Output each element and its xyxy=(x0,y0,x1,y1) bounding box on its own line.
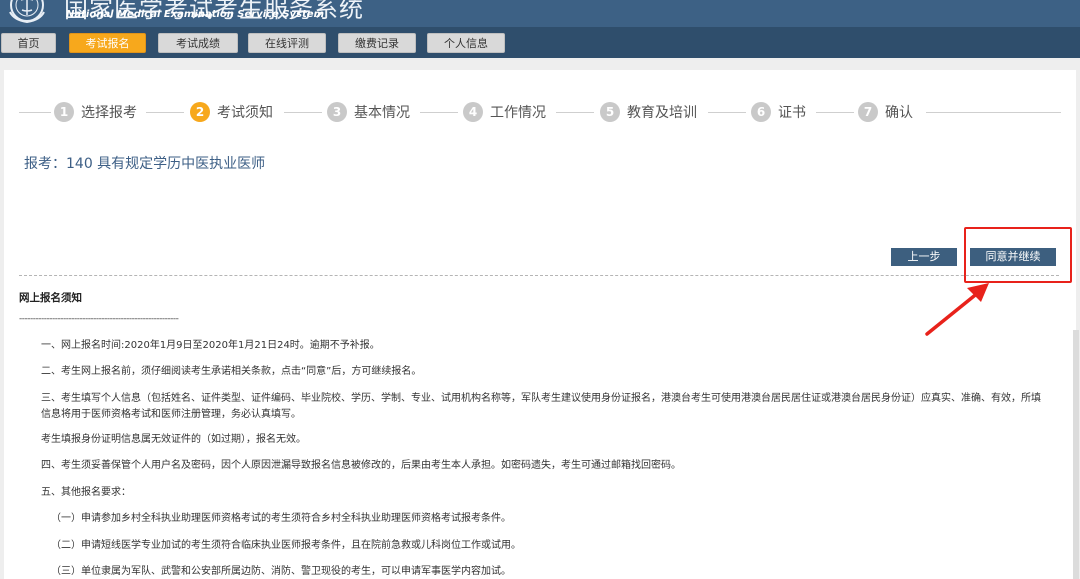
step-number: 3 xyxy=(327,102,347,122)
step-connector xyxy=(19,112,51,113)
step-basic-info: 3 基本情况 xyxy=(327,101,410,123)
step-label: 选择报考 xyxy=(81,105,137,121)
step-label: 教育及培训 xyxy=(627,105,697,121)
step-label: 基本情况 xyxy=(354,105,410,121)
main-nav: 首页 考试报名 考试成绩 在线评测 缴费记录 个人信息 xyxy=(0,27,1080,58)
step-number: 4 xyxy=(463,102,483,122)
step-connector xyxy=(284,112,322,113)
step-connector xyxy=(420,112,458,113)
notice-paragraph: 三、考生填写个人信息（包括姓名、证件类型、证件编码、毕业院校、学历、学制、专业、… xyxy=(41,393,1041,420)
step-connector xyxy=(146,112,184,113)
notice-paragraph: 二、考生网上报名前，须仔细阅读考生承诺相关条款，点击“同意”后，方可继续报名。 xyxy=(41,366,422,377)
step-number: 5 xyxy=(600,102,620,122)
emblem-logo-icon xyxy=(9,0,45,24)
notice-paragraph: （三）单位隶属为军队、武警和公安部所属边防、消防、警卫现役的考生，可以申请军事医… xyxy=(51,566,511,577)
nav-item-payment-records[interactable]: 缴费记录 xyxy=(338,33,416,53)
step-label: 考试须知 xyxy=(217,105,273,121)
step-certificate: 6 证书 xyxy=(751,101,806,123)
scrollbar[interactable] xyxy=(1073,330,1079,579)
notice-paragraph: 一、网上报名时间:2020年1月9日至2020年1月21日24时。逾期不予补报。 xyxy=(41,340,380,351)
nav-item-online-assessment[interactable]: 在线评测 xyxy=(248,33,326,53)
step-number: 6 xyxy=(751,102,771,122)
nav-item-home[interactable]: 首页 xyxy=(1,33,56,53)
exam-title: 报考：140 具有规定学历中医执业医师 xyxy=(24,156,266,172)
app-subtitle: National Medical Examination Service Sys… xyxy=(66,9,325,20)
step-connector xyxy=(556,112,594,113)
step-number: 1 xyxy=(54,102,74,122)
step-confirm: 7 确认 xyxy=(858,101,913,123)
notice-heading: 网上报名须知 xyxy=(19,292,82,304)
step-progress: 1 选择报考 2 考试须知 3 基本情况 4 工作情况 5 教育及培训 6 证书 xyxy=(4,98,1076,126)
red-arrow-icon xyxy=(925,283,989,336)
step-work-info: 4 工作情况 xyxy=(463,101,546,123)
step-exam-notice: 2 考试须知 xyxy=(190,101,273,123)
step-label: 工作情况 xyxy=(490,105,546,121)
step-connector xyxy=(708,112,746,113)
step-label: 确认 xyxy=(885,105,913,121)
prev-step-button[interactable]: 上一步 xyxy=(891,248,957,266)
notice-paragraph: （二）申请短线医学专业加试的考生须符合临床执业医师报考条件，且在院前急救或儿科岗… xyxy=(51,540,521,551)
step-connector xyxy=(926,112,1061,113)
notice-paragraph: 考生填报身份证明信息属无效证件的（如过期），报名无效。 xyxy=(41,434,306,445)
step-label: 证书 xyxy=(778,105,806,121)
step-number: 7 xyxy=(858,102,878,122)
notice-paragraph: 五、其他报名要求： xyxy=(41,487,131,498)
step-education-training: 5 教育及培训 xyxy=(600,101,697,123)
nav-item-exam-registration[interactable]: 考试报名 xyxy=(69,33,146,53)
content-card: 1 选择报考 2 考试须知 3 基本情况 4 工作情况 5 教育及培训 6 证书 xyxy=(4,70,1076,579)
header-banner: 国家医学考试考生服务系统 National Medical Examinatio… xyxy=(0,0,1080,27)
nav-item-personal-info[interactable]: 个人信息 xyxy=(427,33,505,53)
nav-item-exam-results[interactable]: 考试成绩 xyxy=(158,33,238,53)
notice-paragraph: 四、考生须妥善保管个人用户名及密码，因个人原因泄漏导致报名信息被修改的，后果由考… xyxy=(41,460,681,471)
step-select-exam: 1 选择报考 xyxy=(54,101,137,123)
notice-paragraph: （一）申请参加乡村全科执业助理医师资格考试的考生须符合乡村全科执业助理医师资格考… xyxy=(51,513,511,524)
section-divider xyxy=(19,275,1059,276)
step-number: 2 xyxy=(190,102,210,122)
notice-divider: ----------------------------------------… xyxy=(19,314,179,324)
step-connector xyxy=(816,112,854,113)
